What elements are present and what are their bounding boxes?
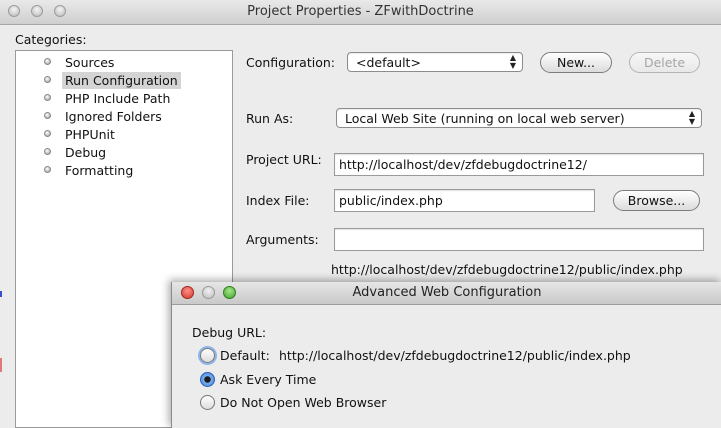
project-url-label: Project URL: <box>246 152 322 167</box>
ask-every-time-label: Ask Every Time <box>220 372 317 387</box>
category-label: PHP Include Path <box>65 91 171 106</box>
do-not-open-label: Do Not Open Web Browser <box>220 395 387 410</box>
resolved-url-text: http://localhost/dev/zfdebugdoctrine12/p… <box>331 262 683 277</box>
debug-url-option-default[interactable]: Default: http://localhost/dev/zfdebugdoc… <box>198 347 698 365</box>
category-label: Debug <box>65 145 107 160</box>
category-label: Run Configuration <box>62 72 181 89</box>
run-as-label: Run As: <box>246 111 294 126</box>
bullet-icon <box>44 112 51 119</box>
bullet-icon <box>44 130 51 137</box>
configuration-label: Configuration: <box>246 55 335 70</box>
run-as-value: Local Web Site (running on local web ser… <box>345 111 625 126</box>
index-file-field[interactable]: public/index.php <box>334 189 595 212</box>
bullet-icon <box>44 166 51 173</box>
run-as-select[interactable]: Local Web Site (running on local web ser… <box>336 108 702 128</box>
project-url-field[interactable]: http://localhost/dev/zfdebugdoctrine12/ <box>334 153 704 176</box>
arguments-field[interactable] <box>334 228 704 251</box>
ask-every-time-radio[interactable] <box>200 372 215 387</box>
window-titlebar[interactable]: Project Properties - ZFwithDoctrine <box>0 0 721 25</box>
debug-url-option-ask-every-time[interactable]: Ask Every Time <box>198 371 498 389</box>
category-label: Ignored Folders <box>65 109 162 124</box>
bullet-icon <box>44 94 51 101</box>
select-arrows-icon: ▲ ▼ <box>509 53 516 70</box>
category-label: Sources <box>65 55 115 70</box>
default-option-label: Default: <box>220 348 270 363</box>
category-label: PHPUnit <box>65 127 115 142</box>
debug-url-label: Debug URL: <box>192 325 267 340</box>
project-url-value: http://localhost/dev/zfdebugdoctrine12/ <box>339 157 587 172</box>
dialog-titlebar[interactable]: Advanced Web Configuration <box>172 282 721 305</box>
bullet-icon <box>44 76 51 83</box>
select-arrows-icon: ▲ ▼ <box>688 109 695 126</box>
bullet-icon <box>44 58 51 65</box>
default-url-text: http://localhost/dev/zfdebugdoctrine12/p… <box>279 348 631 363</box>
dialog-title: Advanced Web Configuration <box>352 285 542 300</box>
advanced-web-configuration-dialog: Advanced Web Configuration Debug URL: De… <box>171 282 721 428</box>
delete-configuration-button[interactable]: Delete <box>629 52 700 73</box>
browse-button[interactable]: Browse... <box>613 190 700 211</box>
window-title: Project Properties - ZFwithDoctrine <box>247 4 474 19</box>
default-radio[interactable] <box>200 348 215 363</box>
new-configuration-button[interactable]: New... <box>540 52 612 73</box>
category-label: Formatting <box>65 163 134 178</box>
debug-url-option-do-not-open[interactable]: Do Not Open Web Browser <box>198 394 498 412</box>
background-edge-mark <box>0 291 2 297</box>
bullet-icon <box>44 148 51 155</box>
configuration-select[interactable]: <default> ▲ ▼ <box>347 52 523 72</box>
background-edge-mark <box>0 358 2 372</box>
index-file-value: public/index.php <box>339 193 443 208</box>
index-file-label: Index File: <box>246 193 310 208</box>
categories-label: Categories: <box>15 32 87 47</box>
do-not-open-radio[interactable] <box>200 395 215 410</box>
configuration-value: <default> <box>356 55 421 70</box>
arguments-label: Arguments: <box>246 232 319 247</box>
